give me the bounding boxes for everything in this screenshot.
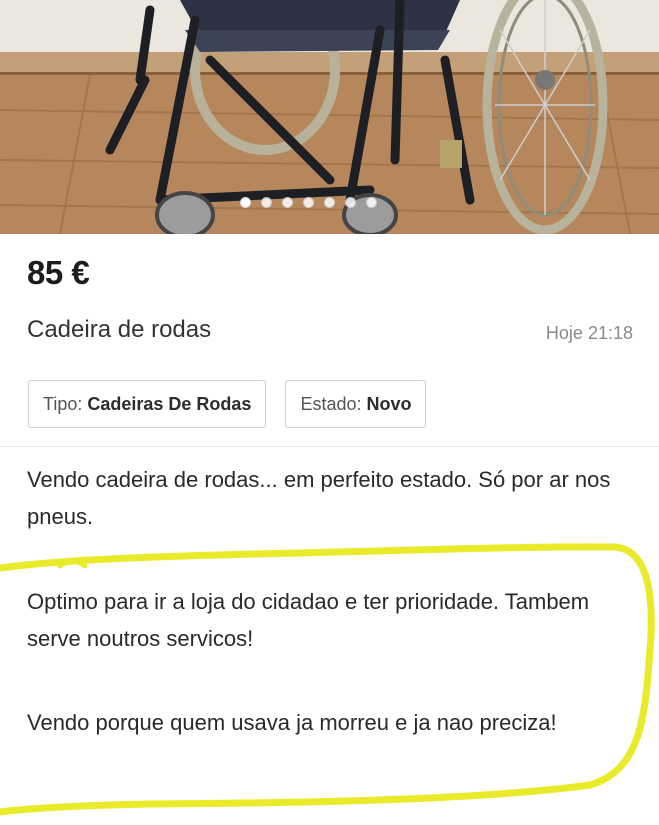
gallery-dot[interactable] — [240, 196, 251, 208]
attribute-label: Estado: — [300, 393, 362, 414]
description-paragraph: Vendo porque quem usava ja morreu e ja n… — [27, 710, 557, 735]
description-paragraph: Vendo cadeira de rodas... em perfeito es… — [27, 467, 611, 529]
attribute-value: Cadeiras De Rodas — [87, 393, 252, 414]
listing-title: Cadeira de rodas — [27, 316, 212, 343]
attribute-label: Tipo: — [43, 393, 83, 414]
gallery-dot[interactable] — [345, 196, 356, 208]
gallery-pagination[interactable] — [240, 195, 377, 209]
section-divider — [0, 446, 659, 447]
listing-price: 85 € — [27, 254, 90, 291]
gallery-dot[interactable] — [303, 196, 314, 208]
gallery-dot[interactable] — [366, 196, 377, 208]
attribute-chips: Tipo: Cadeiras De Rodas Estado: Novo — [28, 380, 427, 428]
gallery-dot[interactable] — [261, 196, 272, 208]
gallery-dot[interactable] — [282, 196, 293, 208]
gallery-dot[interactable] — [324, 196, 335, 208]
attribute-chip-estado[interactable]: Estado: Novo — [285, 380, 427, 428]
attribute-value: Novo — [366, 393, 412, 414]
description-paragraph: Optimo para ir a loja do cidadao e ter p… — [27, 589, 590, 651]
attribute-chip-tipo[interactable]: Tipo: Cadeiras De Rodas — [28, 380, 267, 428]
listing-photo[interactable] — [0, 0, 659, 234]
posted-time: Hoje 21:18 — [545, 323, 633, 343]
